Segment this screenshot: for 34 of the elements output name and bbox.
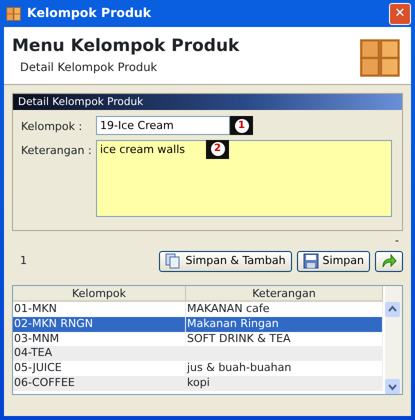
table-cell: MAKANAN cafe	[186, 302, 383, 317]
header-subtitle: Detail Kelompok Produk	[19, 59, 158, 76]
record-count: 1	[20, 252, 27, 269]
scrollbar[interactable]	[385, 286, 402, 394]
group-field[interactable]: 19-Ice Cream	[96, 116, 230, 135]
field-label: Keterangan :	[21, 142, 93, 158]
field-label: Kelompok :	[21, 119, 84, 135]
copy-icon	[165, 253, 182, 269]
table-cell: 05-JUICE	[13, 361, 186, 376]
save-button[interactable]: Simpan	[296, 250, 370, 272]
table-cell: jus & buah-buahan	[186, 361, 383, 376]
close-button[interactable]: ✕	[389, 2, 411, 24]
window-title: Kelompok Produk	[27, 4, 152, 22]
table-cell: SOFT DRINK & TEA	[186, 332, 383, 346]
marker-badge: 1	[230, 116, 253, 135]
dash-text: -	[395, 234, 399, 247]
header-title: Menu Kelompok Produk	[12, 36, 240, 56]
scroll-down-button[interactable]	[385, 379, 400, 394]
table-cell: kopi	[186, 376, 383, 391]
table-cell: 02-MKN RNGN	[13, 316, 186, 332]
table-cell: Makanan Ringan	[186, 316, 383, 332]
table-cell: 06-COFFEE	[13, 376, 186, 391]
save-and-add-button[interactable]: Simpan & Tambah	[159, 250, 292, 272]
table-cell: 01-MKN	[13, 302, 186, 317]
arrow-icon	[381, 253, 397, 269]
table-cell: 04-TEA	[13, 346, 186, 362]
column-header[interactable]: Kelompok	[13, 286, 186, 302]
boxes-icon	[6, 6, 22, 22]
marker-badge: 2	[206, 140, 229, 158]
column-header[interactable]: Keterangan	[186, 286, 383, 302]
scroll-up-button[interactable]	[385, 302, 400, 317]
table-cell: 03-MNM	[13, 332, 186, 346]
panel-title: Detail Kelompok Produk	[13, 94, 402, 110]
exit-button[interactable]	[375, 250, 403, 272]
